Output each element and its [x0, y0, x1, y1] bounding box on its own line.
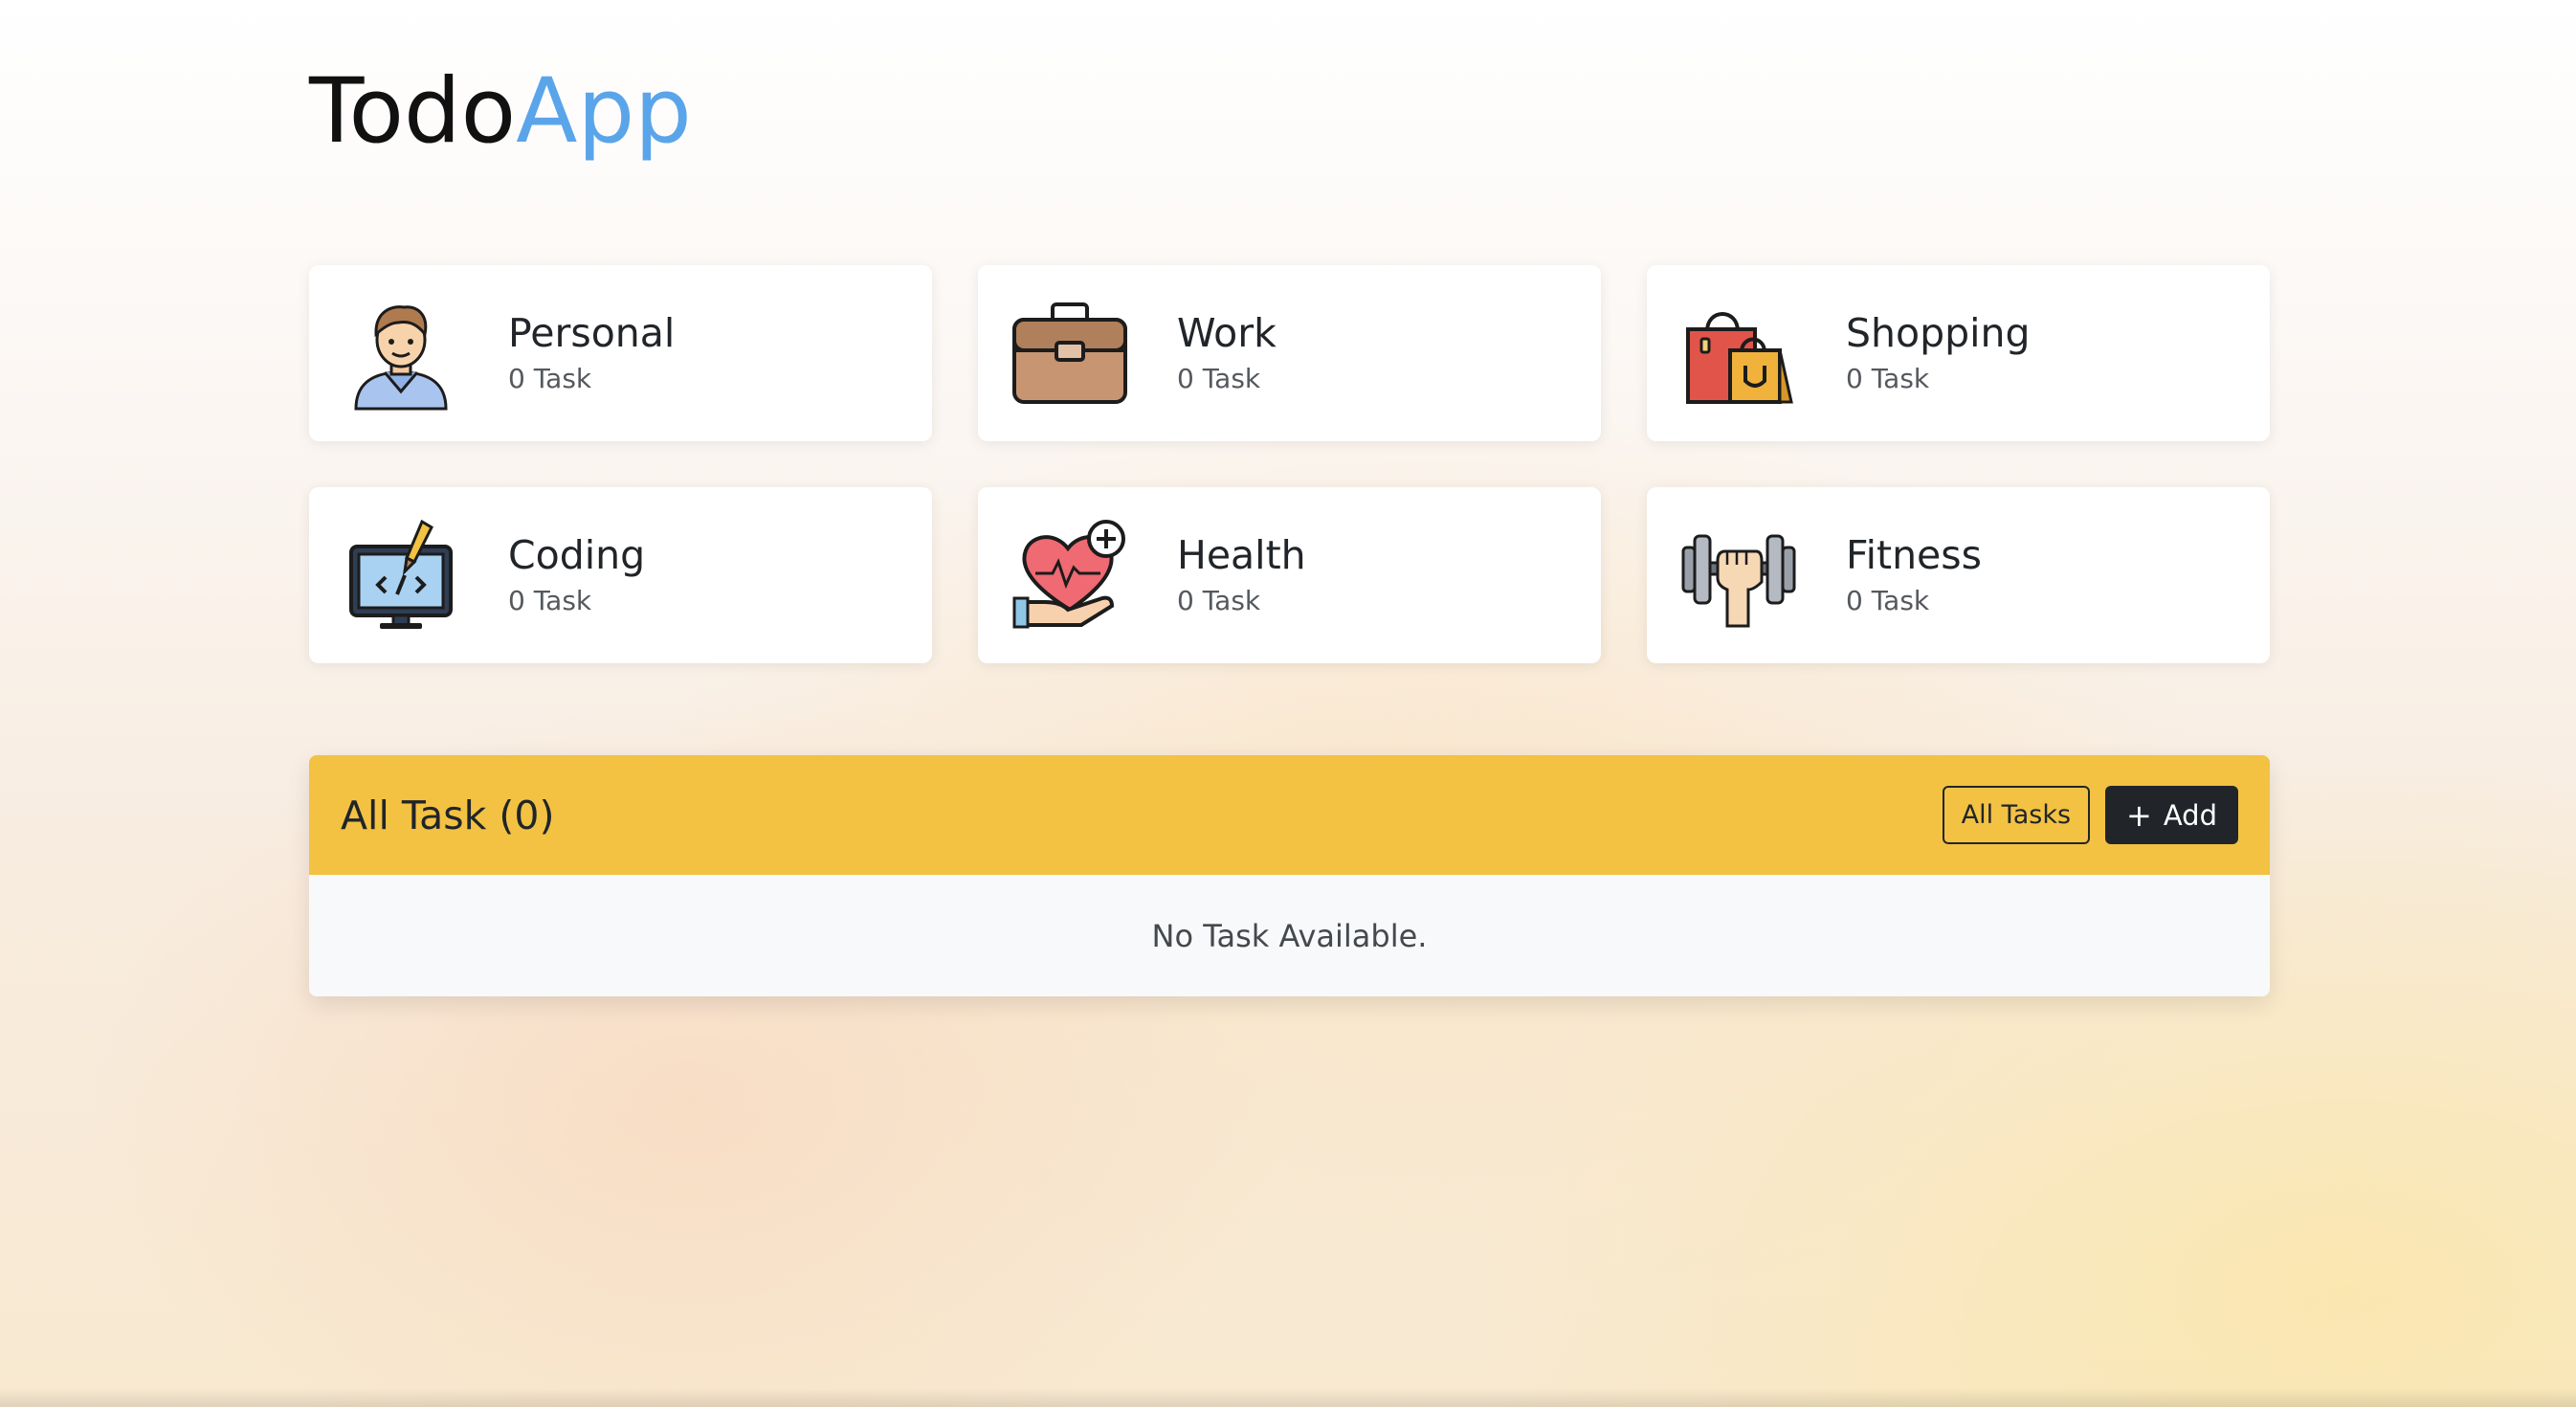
category-title: Fitness [1846, 531, 1982, 578]
logo-app: App [516, 59, 692, 164]
category-count: 0 Task [1177, 585, 1261, 617]
category-title: Shopping [1846, 309, 2031, 356]
category-card-shopping[interactable]: Shopping 0 Task [1647, 265, 2270, 441]
category-card-work[interactable]: Work 0 Task [978, 265, 1601, 441]
task-actions: All Tasks + Add [1942, 786, 2238, 844]
category-count: 0 Task [508, 363, 592, 395]
category-card-personal[interactable]: Personal 0 Task [309, 265, 932, 441]
dumbbell-icon [1679, 516, 1798, 635]
task-panel: All Task (0) All Tasks + Add No Task Ava… [309, 755, 2270, 996]
category-count: 0 Task [1846, 585, 1930, 617]
briefcase-icon [1010, 294, 1129, 413]
task-panel-header: All Task (0) All Tasks + Add [309, 755, 2270, 875]
person-icon [342, 294, 460, 413]
category-count: 0 Task [1177, 363, 1261, 395]
plus-icon: + [2126, 796, 2152, 834]
category-title: Health [1177, 531, 1306, 578]
add-task-button[interactable]: + Add [2105, 786, 2238, 844]
category-count: 0 Task [508, 585, 592, 617]
category-card-coding[interactable]: Coding 0 Task [309, 487, 932, 663]
category-title: Coding [508, 531, 646, 578]
category-title: Work [1177, 309, 1277, 356]
task-heading: All Task (0) [341, 792, 555, 838]
window-bottom-shadow [0, 1388, 2576, 1407]
all-tasks-button[interactable]: All Tasks [1942, 786, 2091, 844]
category-title: Personal [508, 309, 676, 356]
category-card-health[interactable]: Health 0 Task [978, 487, 1601, 663]
app-logo[interactable]: TodoApp [309, 67, 692, 157]
empty-message: No Task Available. [1151, 917, 1428, 954]
coding-monitor-icon [342, 516, 460, 635]
health-heart-icon [1010, 516, 1129, 635]
category-grid: Personal 0 Task Work 0 Task Shopping 0 T… [309, 265, 2270, 663]
logo-todo: Todo [309, 59, 517, 164]
category-card-fitness[interactable]: Fitness 0 Task [1647, 487, 2270, 663]
shopping-bags-icon [1679, 294, 1798, 413]
add-label: Add [2163, 798, 2217, 832]
task-list-empty: No Task Available. [309, 875, 2270, 996]
category-count: 0 Task [1846, 363, 1930, 395]
